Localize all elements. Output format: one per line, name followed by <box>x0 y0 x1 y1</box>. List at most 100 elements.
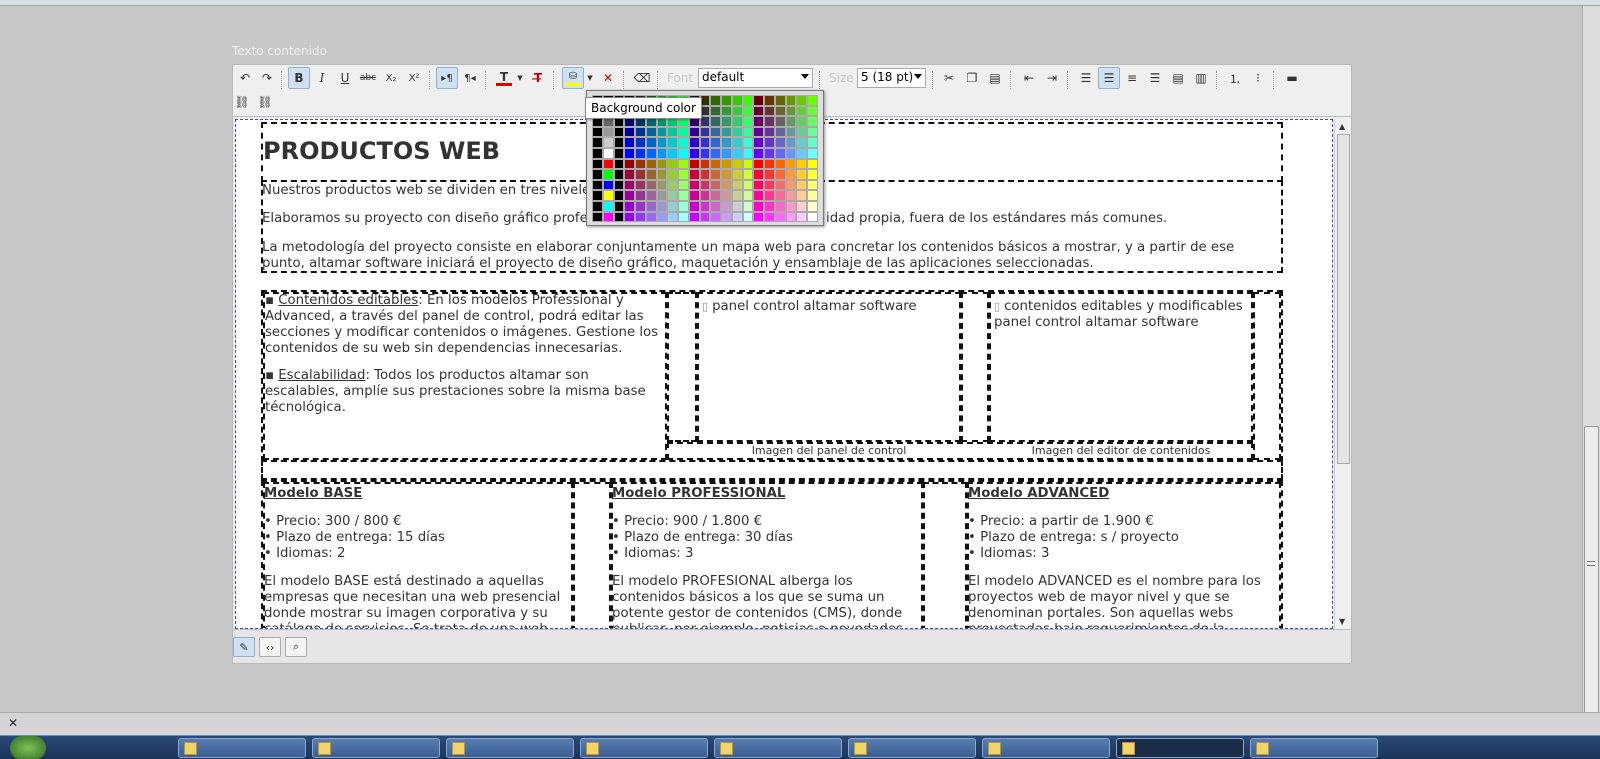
color-swatch[interactable] <box>645 200 657 212</box>
color-swatch[interactable] <box>645 137 657 148</box>
color-swatch[interactable] <box>699 137 711 148</box>
color-swatch[interactable] <box>678 179 689 191</box>
color-swatch[interactable] <box>742 147 754 159</box>
color-swatch[interactable] <box>774 147 786 159</box>
color-swatch[interactable] <box>796 190 808 201</box>
color-swatch[interactable] <box>613 211 625 223</box>
color-swatch[interactable] <box>796 137 808 148</box>
color-swatch[interactable] <box>710 147 722 159</box>
color-swatch[interactable] <box>602 211 614 223</box>
color-swatch[interactable] <box>785 116 797 127</box>
color-swatch[interactable] <box>753 137 765 148</box>
color-swatch[interactable] <box>774 190 786 201</box>
color-swatch[interactable] <box>721 200 732 212</box>
undo-button[interactable]: ↶ <box>234 67 256 89</box>
color-swatch[interactable] <box>742 126 754 138</box>
color-swatch[interactable] <box>785 147 797 159</box>
color-swatch[interactable] <box>645 158 657 170</box>
window-scrollbar-thumb[interactable] <box>1584 426 1599 716</box>
color-swatch[interactable] <box>613 169 625 180</box>
color-swatch[interactable] <box>710 190 722 201</box>
color-swatch[interactable] <box>688 169 700 180</box>
color-swatch[interactable] <box>710 105 722 117</box>
color-swatch[interactable] <box>656 169 668 180</box>
color-swatch[interactable] <box>645 147 657 159</box>
cut-button[interactable]: ✂ <box>938 67 960 89</box>
color-swatch[interactable] <box>753 179 765 191</box>
color-swatch[interactable] <box>635 179 646 191</box>
font-select[interactable]: default <box>698 68 813 88</box>
color-swatch[interactable] <box>764 105 775 117</box>
color-swatch[interactable] <box>710 116 722 127</box>
color-swatch[interactable] <box>742 105 754 117</box>
align-left-button[interactable]: ☰ <box>1098 67 1120 89</box>
color-swatch[interactable] <box>645 211 657 223</box>
scroll-down-arrow-icon[interactable]: ▼ <box>1339 617 1345 626</box>
color-swatch[interactable] <box>753 190 765 201</box>
color-swatch[interactable] <box>774 105 786 117</box>
color-swatch[interactable] <box>635 158 646 170</box>
color-swatch[interactable] <box>753 169 765 180</box>
color-swatch[interactable] <box>667 179 679 191</box>
color-swatch[interactable] <box>656 158 668 170</box>
color-swatch[interactable] <box>710 158 722 170</box>
color-swatch[interactable] <box>721 147 732 159</box>
color-swatch[interactable] <box>656 211 668 223</box>
ltr-direction-button[interactable]: ▸¶ <box>436 67 458 89</box>
intro-paragraph-2-start[interactable]: Elaboramos su proyecto con diseño gráfic… <box>262 211 598 227</box>
color-swatch[interactable] <box>635 126 646 138</box>
color-swatch[interactable] <box>667 126 679 138</box>
color-swatch[interactable] <box>753 105 765 117</box>
color-swatch[interactable] <box>796 200 808 212</box>
color-swatch[interactable] <box>785 95 797 106</box>
model-title[interactable]: Modelo ADVANCED <box>968 486 1278 502</box>
rtl-direction-button[interactable]: ¶◂ <box>459 67 481 89</box>
color-swatch[interactable] <box>785 190 797 201</box>
taskbar-item[interactable] <box>580 738 708 758</box>
color-swatch[interactable] <box>764 116 775 127</box>
color-swatch[interactable] <box>624 147 636 159</box>
color-swatch[interactable] <box>742 158 754 170</box>
window-vertical-scrollbar[interactable] <box>1582 6 1600 716</box>
color-swatch[interactable] <box>785 200 797 212</box>
color-swatch[interactable] <box>764 158 775 170</box>
color-swatch[interactable] <box>624 190 636 201</box>
color-swatch[interactable] <box>678 211 689 223</box>
color-swatch[interactable] <box>667 190 679 201</box>
color-swatch[interactable] <box>742 179 754 191</box>
taskbar-item[interactable] <box>982 738 1110 758</box>
color-swatch[interactable] <box>731 190 743 201</box>
color-swatch[interactable] <box>764 211 775 223</box>
color-swatch[interactable] <box>753 158 765 170</box>
color-swatch[interactable] <box>699 158 711 170</box>
color-swatch[interactable] <box>613 179 625 191</box>
color-swatch[interactable] <box>667 158 679 170</box>
color-swatch[interactable] <box>635 147 646 159</box>
color-swatch[interactable] <box>796 95 808 106</box>
color-swatch[interactable] <box>592 200 603 212</box>
align-none-button[interactable]: ☰ <box>1075 67 1097 89</box>
intro-paragraph-2-end[interactable]: idad propia, fuera de los estándares más… <box>826 211 1167 227</box>
color-swatch[interactable] <box>656 147 668 159</box>
color-swatch[interactable] <box>678 137 689 148</box>
color-swatch[interactable] <box>731 126 743 138</box>
color-swatch[interactable] <box>742 116 754 127</box>
color-swatch[interactable] <box>753 147 765 159</box>
color-swatch[interactable] <box>721 95 732 106</box>
eraser-button[interactable]: ⌫ <box>631 67 653 89</box>
color-swatch[interactable] <box>785 105 797 117</box>
ordered-list-button[interactable]: ⒈ <box>1224 67 1246 89</box>
image-content-editor[interactable]: ▯ contenidos editables y modificables pan… <box>994 299 1249 331</box>
redo-button[interactable]: ↷ <box>256 67 278 89</box>
editor-vertical-scrollbar[interactable]: ▲ ▼ <box>1334 119 1351 629</box>
color-swatch[interactable] <box>731 200 743 212</box>
color-swatch[interactable] <box>688 137 700 148</box>
color-swatch[interactable] <box>774 169 786 180</box>
color-swatch[interactable] <box>764 190 775 201</box>
color-swatch[interactable] <box>731 158 743 170</box>
color-swatch[interactable] <box>602 147 614 159</box>
color-swatch[interactable] <box>796 158 808 170</box>
align-full-button[interactable]: ▥ <box>1190 67 1212 89</box>
color-swatch[interactable] <box>656 137 668 148</box>
color-swatch[interactable] <box>731 116 743 127</box>
